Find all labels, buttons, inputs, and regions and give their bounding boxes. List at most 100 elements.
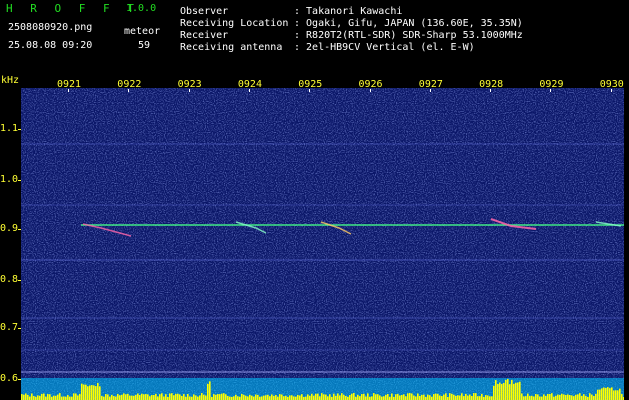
y-tick-label: 1.1 — [0, 123, 19, 134]
footer-signal-bar — [455, 395, 457, 400]
footer-signal-bar — [357, 394, 359, 400]
footer-signal-bar — [613, 390, 615, 400]
footer-signal-bar — [27, 394, 29, 400]
footer-signal-bar — [237, 396, 239, 400]
footer-signal-bar — [137, 393, 139, 400]
image-filename: 2508080920.png — [8, 22, 93, 33]
footer-signal-bar — [611, 387, 613, 400]
footer-signal-bar — [161, 393, 163, 400]
y-tick-mark — [18, 180, 21, 181]
footer-signal-bar — [365, 396, 367, 400]
footer-signal-bar — [541, 396, 543, 400]
footer-signal-bar — [523, 396, 525, 400]
x-tick-label: 0930 — [599, 79, 624, 90]
footer-signal-bar — [129, 395, 131, 400]
footer-signal-bar — [341, 393, 343, 400]
x-tick-label: 0929 — [539, 79, 564, 90]
footer-signal-bar — [245, 395, 247, 400]
footer-signal-bar — [481, 393, 483, 400]
footer-signal-bar — [21, 394, 23, 400]
footer-signal-bar — [535, 394, 537, 400]
x-tick-mark — [429, 89, 431, 92]
footer-signal-bar — [95, 386, 97, 400]
footer-signal-bar — [43, 393, 45, 400]
footer-signal-bar — [423, 394, 425, 400]
footer-signal-bar — [617, 390, 619, 400]
footer-signal-bar — [77, 395, 79, 400]
footer-signal-bar — [87, 386, 89, 400]
y-tick-mark — [18, 129, 21, 130]
footer-signal-bar — [419, 395, 421, 400]
footer-signal-bar — [335, 395, 337, 400]
footer-signal-bar — [621, 394, 623, 400]
footer-signal-bar — [567, 394, 569, 400]
footer-signal-bar — [91, 385, 93, 400]
y-tick-label: 0.8 — [0, 274, 19, 285]
footer-signal-bar — [503, 382, 505, 400]
footer-signal-bar — [71, 396, 73, 400]
footer-signal-bar — [73, 393, 75, 400]
footer-signal-bar — [569, 395, 571, 400]
x-tick-mark — [128, 89, 130, 92]
footer-signal-bar — [285, 395, 287, 400]
x-tick-label: 0926 — [358, 79, 383, 90]
footer-signal-bar — [219, 394, 221, 400]
footer-signal-bar — [489, 396, 491, 400]
footer-signal-bar — [317, 393, 319, 400]
footer-signal-bar — [337, 393, 339, 400]
footer-signal-bar — [557, 394, 559, 400]
y-axis-unit: kHz — [1, 75, 20, 86]
footer-signal-bar — [179, 394, 181, 400]
footer-signal-bar — [449, 393, 451, 400]
footer-signal-bar — [573, 396, 575, 400]
footer-signal-bar — [309, 395, 311, 400]
footer-signal-bar — [315, 393, 317, 400]
footer-signal-bar — [359, 396, 361, 400]
footer-signal-bar — [181, 395, 183, 400]
footer-signal-bar — [277, 396, 279, 400]
footer-signal-bar — [273, 395, 275, 400]
meteor-label: meteor — [124, 26, 161, 37]
footer-signal-bar — [157, 396, 159, 400]
footer-signal-bar — [175, 393, 177, 400]
footer-signal-bar — [377, 394, 379, 400]
footer-signal-bar — [363, 393, 365, 400]
footer-signal-bar — [251, 395, 253, 400]
footer-signal-bar — [141, 393, 143, 400]
footer-signal-bar — [53, 395, 55, 400]
footer-signal-bar — [333, 393, 335, 400]
footer-signal-bar — [69, 396, 71, 400]
footer-signal-bar — [519, 381, 521, 400]
footer-signal-bar — [391, 393, 393, 400]
footer-signal-bar — [319, 396, 321, 400]
footer-signal-bar — [197, 396, 199, 400]
footer-signal-bar — [177, 393, 179, 400]
footer-signal-bar — [501, 384, 503, 400]
footer-signal-bar — [615, 390, 617, 400]
footer-signal-bar — [159, 394, 161, 400]
footer-signal-bar — [173, 395, 175, 400]
footer-signal-bar — [527, 393, 529, 400]
x-tick-mark — [369, 89, 371, 92]
antenna-value: : 2el-HB9CV Vertical (el. E-W) — [294, 42, 475, 53]
footer-signal-bar — [545, 395, 547, 400]
footer-signal-bar — [275, 395, 277, 400]
footer-signal-bar — [23, 394, 25, 400]
footer-signal-bar — [433, 394, 435, 400]
footer-signal-bar — [467, 395, 469, 400]
footer-signal-bar — [307, 394, 309, 400]
footer-signal-bar — [445, 393, 447, 400]
footer-signal-bar — [257, 394, 259, 400]
app-name: H R O F F T — [6, 2, 140, 15]
footer-signal-bar — [471, 395, 473, 400]
footer-signal-bar — [417, 393, 419, 400]
footer-signal-bar — [105, 394, 107, 400]
footer-signal-bar — [517, 382, 519, 400]
footer-signal-bar — [189, 396, 191, 400]
x-tick-mark — [550, 89, 552, 92]
footer-signal-bar — [233, 396, 235, 400]
footer-signal-bar — [151, 395, 153, 400]
footer-signal-bar — [589, 393, 591, 400]
x-tick-label: 0922 — [117, 79, 142, 90]
footer-signal-bar — [415, 396, 417, 400]
